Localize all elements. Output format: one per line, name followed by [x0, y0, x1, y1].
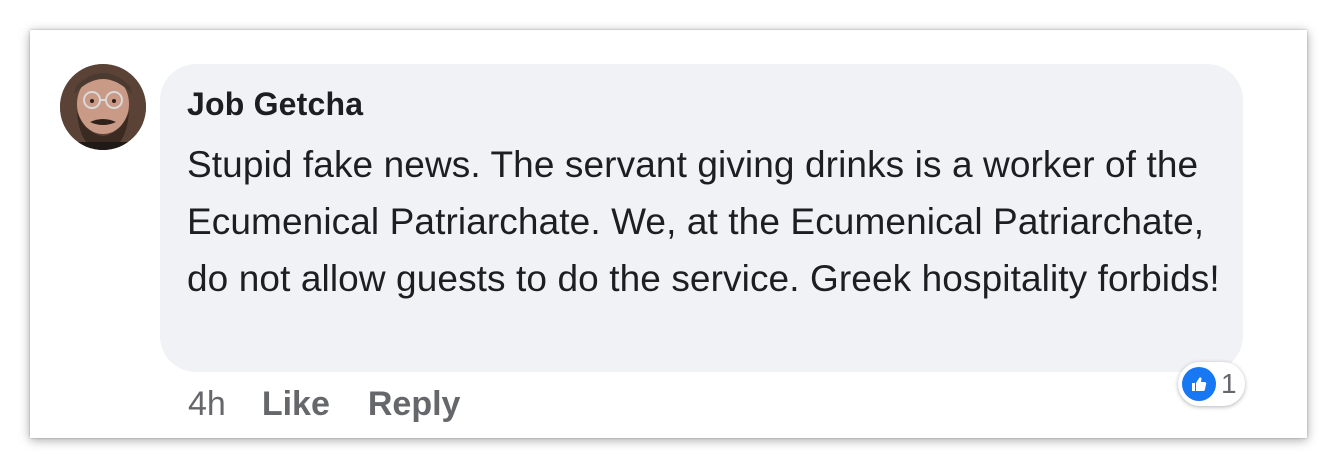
avatar[interactable] — [60, 64, 146, 150]
comment-bubble: Job Getcha Stupid fake news. The servant… — [160, 64, 1243, 372]
like-button[interactable]: Like — [262, 385, 330, 424]
profile-photo-icon — [60, 64, 146, 150]
reaction-count: 1 — [1221, 368, 1237, 399]
comment-text: Stupid fake news. The servant giving dri… — [187, 144, 1220, 299]
comment-author[interactable]: Job Getcha — [187, 86, 363, 123]
reply-button[interactable]: Reply — [368, 385, 461, 424]
comment-actions: 4h Like Reply — [188, 382, 460, 426]
reaction-summary[interactable]: 1 — [1178, 362, 1245, 406]
comment-card: Job Getcha Stupid fake news. The servant… — [30, 30, 1307, 438]
comment-timestamp[interactable]: 4h — [188, 385, 226, 424]
thumbs-up-icon — [1182, 367, 1216, 401]
